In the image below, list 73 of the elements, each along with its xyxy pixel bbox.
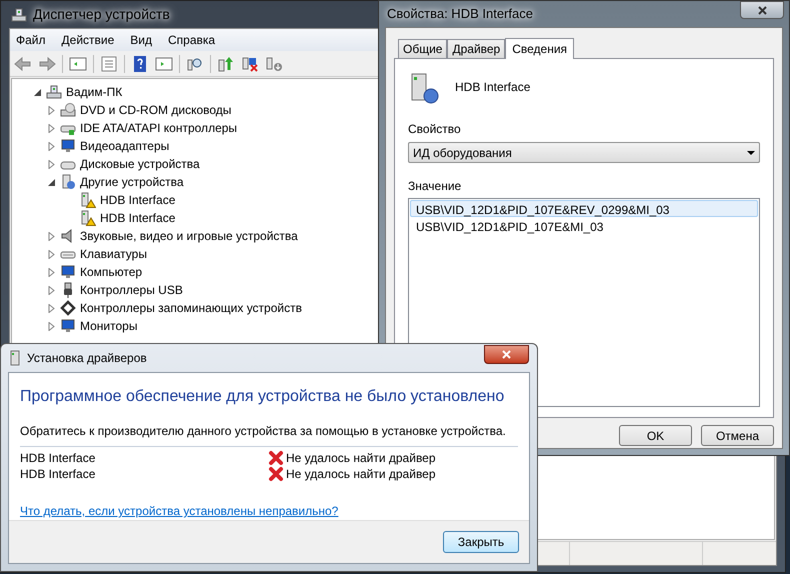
- help-link[interactable]: Что делать, если устройства установлены неправильно?: [20, 502, 338, 520]
- forward-arrow-icon[interactable]: [38, 54, 56, 72]
- close-dialog-button[interactable]: Закрыть: [443, 531, 519, 553]
- property-label: Свойство: [408, 121, 462, 138]
- device-name: HDB Interface: [20, 450, 96, 467]
- dropdown-arrow-icon: [747, 150, 755, 154]
- property-dropdown[interactable]: ИД оборудования: [408, 142, 760, 163]
- expand-arrow-icon[interactable]: [48, 160, 56, 168]
- device-icon: [60, 264, 76, 280]
- menu-item[interactable]: Действие: [62, 31, 114, 49]
- uninstall-device-icon[interactable]: [265, 54, 283, 72]
- tree-item[interactable]: HDB Interface: [100, 209, 176, 227]
- tree-item[interactable]: Контроллеры USB: [80, 281, 183, 299]
- menu-item[interactable]: Вид: [130, 31, 152, 49]
- tree-item[interactable]: Компьютер: [80, 263, 142, 281]
- menu-item[interactable]: Справка: [168, 31, 216, 49]
- list-item[interactable]: USB\VID_12D1&PID_107E&REV_0299&MI_03: [410, 200, 758, 217]
- dialog-button[interactable]: Отмена: [701, 425, 774, 446]
- device-icon: [46, 84, 62, 100]
- expand-arrow-icon[interactable]: [48, 286, 56, 294]
- expand-arrow-icon[interactable]: [48, 124, 56, 132]
- collapse-arrow-icon[interactable]: [48, 178, 56, 186]
- tab[interactable]: Сведения: [505, 38, 574, 59]
- expand-arrow-icon[interactable]: [48, 106, 56, 114]
- device-name: HDB Interface: [455, 79, 530, 96]
- tree-item[interactable]: HDB Interface: [100, 191, 176, 209]
- tree-item[interactable]: Дисковые устройства: [80, 155, 200, 173]
- window-title: Установка драйверов: [27, 350, 147, 367]
- back-arrow-icon[interactable]: [14, 54, 32, 72]
- device-icon: [60, 318, 76, 334]
- tree-item[interactable]: Контроллеры запоминающих устройств: [80, 299, 302, 317]
- close-icon: [502, 350, 511, 359]
- expand-arrow-icon[interactable]: [48, 322, 56, 330]
- dialog-button[interactable]: OK: [619, 425, 692, 446]
- device-icon: [9, 350, 21, 366]
- tree-item[interactable]: DVD и CD-ROM дисководы: [80, 101, 232, 119]
- driver-status: Не удалось найти драйвер: [286, 450, 436, 467]
- close-button[interactable]: [484, 345, 529, 364]
- expand-arrow-icon[interactable]: [48, 268, 56, 276]
- tree-item[interactable]: IDE ATA/ATAPI контроллеры: [80, 119, 238, 137]
- window-title: Свойства: HDB Interface: [387, 5, 533, 24]
- driver-status: Не удалось найти драйвер: [286, 466, 436, 483]
- list-item[interactable]: USB\VID_12D1&PID_107E&MI_03: [410, 217, 758, 234]
- device-icon: [60, 102, 76, 118]
- close-icon: [758, 6, 766, 14]
- menu-item[interactable]: Файл: [16, 31, 46, 49]
- tree-item[interactable]: Звуковые, видео и игровые устройства: [80, 227, 298, 245]
- device-icon: [11, 6, 27, 22]
- dialog-heading: Программное обеспечение для устройства не было установлено: [20, 387, 506, 407]
- window-title: Диспетчер устройств: [33, 5, 170, 24]
- expand-arrow-icon[interactable]: [48, 142, 56, 150]
- tree-item[interactable]: Клавиатуры: [80, 245, 147, 263]
- device-icon: [60, 300, 76, 316]
- tree-item[interactable]: Видеоадаптеры: [80, 137, 170, 155]
- expand-arrow-icon[interactable]: [48, 250, 56, 258]
- tree-item[interactable]: Мониторы: [80, 317, 138, 335]
- update-driver-icon[interactable]: [217, 54, 235, 72]
- expand-arrow-icon[interactable]: [48, 304, 56, 312]
- tree-item[interactable]: Вадим-ПК: [66, 83, 122, 101]
- help-icon[interactable]: [131, 54, 149, 72]
- close-button[interactable]: [740, 1, 784, 19]
- expand-arrow-icon[interactable]: [48, 232, 56, 240]
- tree-item[interactable]: Другие устройства: [80, 173, 184, 191]
- device-icon: [60, 138, 76, 154]
- device-name: HDB Interface: [20, 466, 96, 483]
- disable-device-icon[interactable]: [241, 54, 259, 72]
- value-label: Значение: [408, 178, 462, 195]
- dialog-message: Обратитесь к производителю данного устройства за помощью в установке устройства.: [20, 422, 518, 447]
- tab[interactable]: Общие: [398, 39, 448, 58]
- tab[interactable]: Драйвер: [447, 39, 506, 58]
- device-icon: [60, 174, 76, 190]
- collapse-arrow-icon[interactable]: [34, 88, 42, 96]
- properties-sheet-icon[interactable]: [100, 54, 118, 72]
